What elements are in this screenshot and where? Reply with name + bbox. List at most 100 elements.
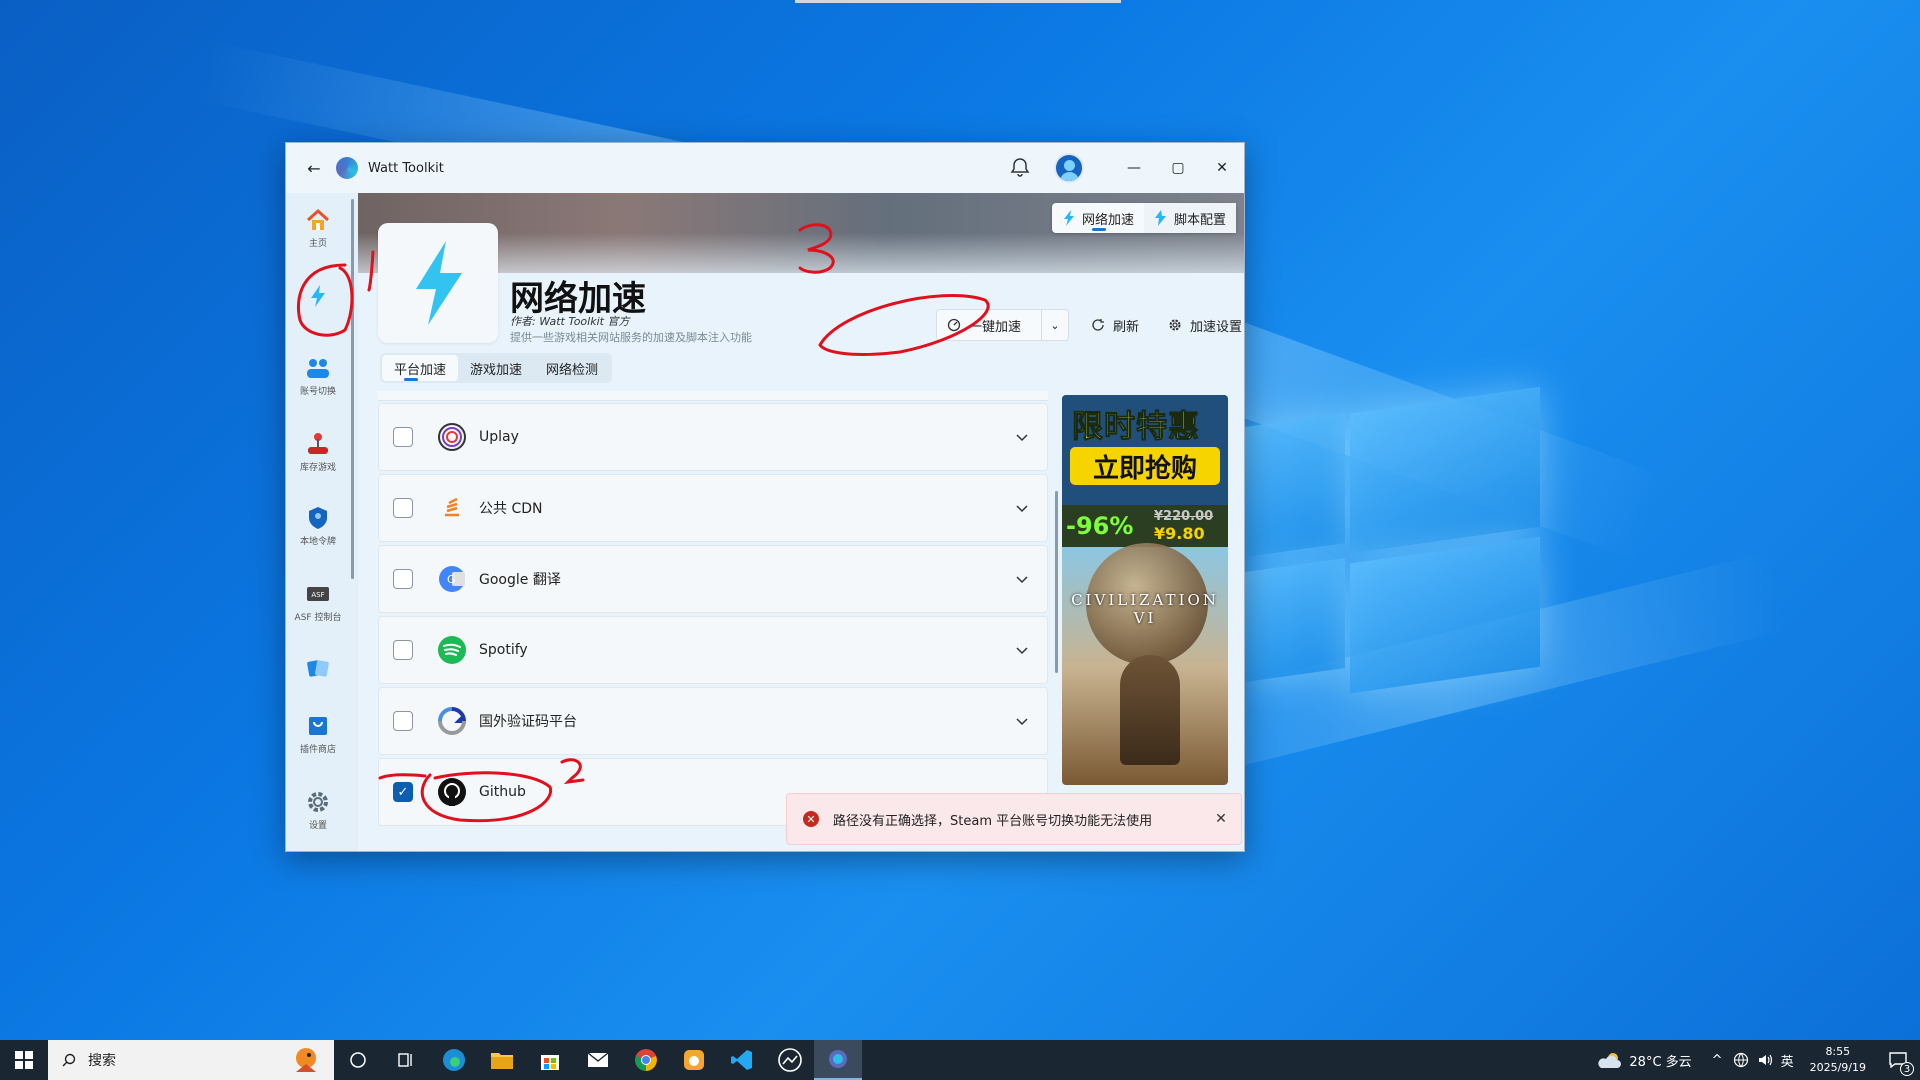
window-edge xyxy=(795,0,1121,3)
service-checkbox[interactable] xyxy=(393,640,413,660)
list-item[interactable]: 国外验证码平台 xyxy=(378,687,1048,755)
service-checkbox[interactable] xyxy=(393,711,413,731)
tab-platform[interactable]: 平台加速 xyxy=(382,355,459,381)
home-icon xyxy=(306,208,330,230)
chevron-down-icon[interactable]: ⌄ xyxy=(1042,319,1068,332)
ime-indicator[interactable]: 英 xyxy=(1781,1051,1794,1070)
accelerate-settings-button[interactable]: 加速设置 xyxy=(1168,309,1242,341)
chevron-down-icon[interactable] xyxy=(1013,499,1031,517)
sidebar-item-settings[interactable]: 设置 xyxy=(286,789,350,831)
segment-label: 网络加速 xyxy=(1081,212,1134,228)
steam-like-icon[interactable] xyxy=(766,1040,814,1080)
refresh-label: 刷新 xyxy=(1113,319,1140,335)
search-highlight-icon xyxy=(296,1048,316,1072)
sidebar-item-label: 插件商店 xyxy=(299,745,336,755)
promo-banner[interactable]: 限时特惠 立即抢购 -96% ¥220.00 ¥9.80 CIVILIZATIO… xyxy=(1062,395,1228,785)
users-icon xyxy=(307,359,329,378)
list-item[interactable]: G Google 翻译 xyxy=(378,545,1048,613)
one-click-accelerate-button[interactable]: 一键加速 ⌄ xyxy=(936,309,1069,341)
main-content: 网络加速 脚本配置 网络加速 作者: Watt Toolkit 官方 提供一些游… xyxy=(358,193,1244,851)
recaptcha-icon xyxy=(438,707,467,735)
maximize-icon[interactable]: ▢ xyxy=(1156,143,1200,193)
taskbar-search[interactable]: 搜索 xyxy=(48,1040,334,1080)
close-icon[interactable]: ✕ xyxy=(1201,811,1241,827)
joystick-icon xyxy=(308,433,328,454)
store-icon xyxy=(309,717,327,735)
widgets-icon[interactable] xyxy=(382,1040,430,1080)
sidebar-item-asf[interactable]: ASF ASF 控制台 xyxy=(286,581,350,623)
title-bar: ← Watt Toolkit — ▢ ✕ xyxy=(286,143,1244,193)
tab-games[interactable]: 游戏加速 xyxy=(458,355,534,381)
chevron-down-icon[interactable] xyxy=(1013,712,1031,730)
chevron-down-icon[interactable] xyxy=(1013,641,1031,659)
sidebar-item-network[interactable] xyxy=(286,283,350,309)
sidebar-item-label: 本地令牌 xyxy=(299,537,336,547)
start-button[interactable] xyxy=(0,1040,48,1080)
sidebar-item-auth[interactable]: 本地令牌 xyxy=(286,505,350,547)
chevron-up-icon[interactable]: ^ xyxy=(1712,1053,1723,1068)
clock-date: 2025/9/19 xyxy=(1809,1061,1866,1074)
close-icon[interactable]: ✕ xyxy=(1200,143,1244,193)
sidebar-item-games[interactable]: 库存游戏 xyxy=(286,431,350,473)
minimize-icon[interactable]: — xyxy=(1112,143,1156,193)
sidebar-item-label: 库存游戏 xyxy=(299,463,336,473)
search-icon xyxy=(62,1053,76,1067)
list-item[interactable]: 公共 CDN xyxy=(378,474,1048,542)
lightning-icon xyxy=(416,241,462,325)
sidebar-scrollbar[interactable] xyxy=(351,199,354,579)
chrome-icon[interactable] xyxy=(622,1040,670,1080)
cdn-icon xyxy=(445,497,459,517)
segment-scripts[interactable]: 脚本配置 xyxy=(1143,203,1236,233)
one-click-main[interactable]: 一键加速 xyxy=(937,310,1042,340)
gear-icon xyxy=(308,792,328,812)
sidebar-item-label: ASF 控制台 xyxy=(294,613,342,623)
chevron-down-icon[interactable] xyxy=(1013,570,1031,588)
app-logo-icon xyxy=(336,157,358,179)
segment-network[interactable]: 网络加速 xyxy=(1052,203,1144,233)
sidebar-item-cards[interactable] xyxy=(286,655,350,681)
vscode-icon[interactable] xyxy=(718,1040,766,1080)
cards-icon xyxy=(307,660,329,677)
back-icon[interactable]: ← xyxy=(300,154,328,182)
weather-text[interactable]: 28°C 多云 xyxy=(1629,1051,1691,1070)
network-icon[interactable] xyxy=(1733,1052,1749,1068)
sidebar-item-home[interactable]: 主页 xyxy=(286,207,350,249)
promo-cta: 立即抢购 xyxy=(1070,447,1220,485)
fox-app-icon[interactable] xyxy=(670,1040,718,1080)
app-window: ← Watt Toolkit — ▢ ✕ 主页 账号切换 库存游戏 本地令牌 A… xyxy=(285,142,1245,852)
service-checkbox[interactable]: ✓ xyxy=(393,782,413,802)
view-switcher: 网络加速 脚本配置 xyxy=(1051,203,1236,233)
service-name: 公共 CDN xyxy=(479,501,543,517)
chevron-down-icon[interactable] xyxy=(1013,428,1031,446)
sidebar-item-store[interactable]: 插件商店 xyxy=(286,713,350,755)
service-name: 国外验证码平台 xyxy=(479,714,577,730)
list-item[interactable]: Uplay xyxy=(378,403,1048,471)
file-explorer-icon[interactable] xyxy=(478,1040,526,1080)
weather-icon xyxy=(1598,1053,1622,1068)
service-checkbox[interactable] xyxy=(393,498,413,518)
service-checkbox[interactable] xyxy=(393,427,413,447)
task-view-icon[interactable] xyxy=(334,1040,382,1080)
plugin-author: 作者: Watt Toolkit 官方 xyxy=(510,315,630,328)
google-translate-icon: G xyxy=(439,566,465,592)
bell-icon[interactable] xyxy=(1008,156,1032,180)
notification-center-button[interactable]: 3 xyxy=(1876,1040,1920,1080)
clock[interactable]: 8:55 2025/9/19 xyxy=(1810,1044,1866,1076)
avatar[interactable] xyxy=(1054,153,1084,183)
edge-icon[interactable] xyxy=(430,1040,478,1080)
toast-message: 路径没有正确选择，Steam 平台账号切换功能无法使用 xyxy=(833,813,1153,829)
speedometer-icon xyxy=(947,318,961,332)
volume-icon[interactable] xyxy=(1757,1052,1773,1068)
sidebar-item-accounts[interactable]: 账号切换 xyxy=(286,355,350,397)
refresh-button[interactable]: 刷新 xyxy=(1091,309,1139,341)
store-icon[interactable] xyxy=(526,1040,574,1080)
list-item[interactable]: Spotify xyxy=(378,616,1048,684)
service-name: Github xyxy=(479,784,526,800)
list-scrollbar[interactable] xyxy=(1055,491,1058,673)
mail-icon[interactable] xyxy=(574,1040,622,1080)
tab-network-check[interactable]: 网络检测 xyxy=(534,355,610,381)
plugin-description: 提供一些游戏相关网站服务的加速及脚本注入功能 xyxy=(510,331,752,344)
lightning-icon xyxy=(1063,210,1074,226)
watt-toolkit-taskbar-icon[interactable] xyxy=(814,1040,862,1080)
service-checkbox[interactable] xyxy=(393,569,413,589)
